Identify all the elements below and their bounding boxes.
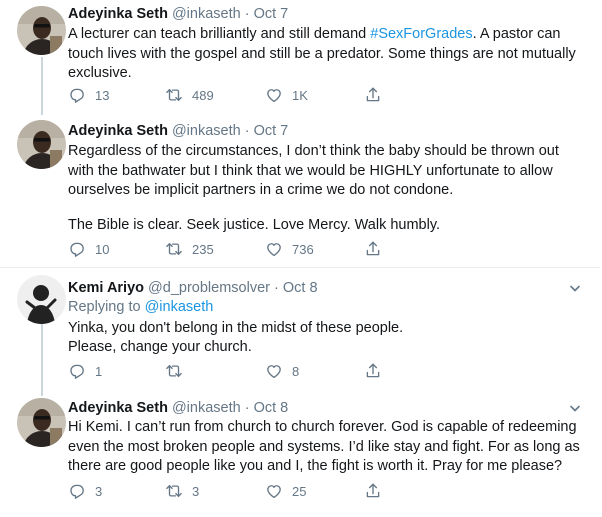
retweet-icon xyxy=(166,485,182,497)
replying-to: Replying to @inkaseth xyxy=(68,298,580,318)
tweet-actions: 1 8 xyxy=(68,361,488,381)
retweet-button[interactable] xyxy=(165,361,192,381)
reply-button[interactable]: 13 xyxy=(68,85,109,105)
author-handle[interactable]: @d_problemsolver xyxy=(148,280,270,296)
heart-icon xyxy=(267,243,281,257)
timeline: Adeyinka Seth @inkaseth · Oct 7 A lectur… xyxy=(0,0,602,517)
tweet-actions: 3 3 25 xyxy=(68,481,488,501)
like-count: 25 xyxy=(292,483,307,499)
tweet-date[interactable]: Oct 7 xyxy=(254,6,289,22)
retweet-icon xyxy=(166,243,182,255)
like-count: 1K xyxy=(292,87,308,103)
share-icon xyxy=(366,483,380,498)
thread-line xyxy=(41,324,43,396)
thread-line xyxy=(41,57,43,115)
retweet-button[interactable]: 489 xyxy=(165,85,214,105)
tweet-date[interactable]: Oct 8 xyxy=(254,400,289,416)
heart-icon xyxy=(267,89,281,103)
retweet-icon xyxy=(166,89,182,101)
like-button[interactable]: 25 xyxy=(265,481,306,501)
reply-icon xyxy=(70,242,84,257)
share-icon xyxy=(366,241,380,256)
share-button[interactable] xyxy=(364,85,382,105)
share-button[interactable] xyxy=(364,361,382,381)
reply-button[interactable]: 10 xyxy=(68,239,109,259)
share-button[interactable] xyxy=(364,239,382,259)
separator: · xyxy=(244,6,250,22)
tweet-header: Adeyinka Seth @inkaseth · Oct 8 xyxy=(68,399,288,417)
tweet-actions: 10 235 736 xyxy=(68,239,488,259)
reply-button[interactable]: 1 xyxy=(68,361,102,381)
share-icon xyxy=(366,363,380,378)
reply-count: 10 xyxy=(95,241,110,257)
chevron-down-icon[interactable] xyxy=(568,281,582,295)
chevron-down-icon[interactable] xyxy=(568,401,582,415)
reply-count: 1 xyxy=(95,363,103,379)
reply-button[interactable]: 3 xyxy=(68,481,102,501)
retweet-button[interactable]: 3 xyxy=(165,481,199,501)
tweet-text: A lecturer can teach brilliantly and sti… xyxy=(68,25,580,84)
author-handle[interactable]: @inkaseth xyxy=(172,123,241,139)
author-name[interactable]: Adeyinka Seth xyxy=(68,123,168,139)
tweet-line: Please, change your church. xyxy=(68,339,252,355)
avatar[interactable] xyxy=(17,398,66,447)
like-count: 736 xyxy=(292,241,314,257)
tweet-text: Regardless of the circumstances, I don’t… xyxy=(68,142,580,235)
heart-icon xyxy=(267,485,281,499)
tweet-paragraph: Regardless of the circumstances, I don’t… xyxy=(68,143,559,198)
heart-icon xyxy=(267,365,281,379)
avatar[interactable] xyxy=(17,275,66,324)
like-button[interactable]: 736 xyxy=(265,239,314,259)
hashtag-link[interactable]: #SexForGrades xyxy=(370,26,472,42)
tweet-header: Kemi Ariyo @d_problemsolver · Oct 8 xyxy=(68,279,318,297)
avatar[interactable] xyxy=(17,120,66,169)
author-name[interactable]: Adeyinka Seth xyxy=(68,400,168,416)
like-button[interactable]: 8 xyxy=(265,361,299,381)
mention-link[interactable]: @inkaseth xyxy=(145,299,214,315)
separator: · xyxy=(244,123,250,139)
tweet-header: Adeyinka Seth @inkaseth · Oct 7 xyxy=(68,5,288,23)
retweet-count: 489 xyxy=(192,87,214,103)
author-name[interactable]: Adeyinka Seth xyxy=(68,6,168,22)
reply-count: 3 xyxy=(95,483,103,499)
avatar[interactable] xyxy=(17,6,66,55)
author-handle[interactable]: @inkaseth xyxy=(172,6,241,22)
tweet-text: Replying to @inkaseth Yinka, you don't b… xyxy=(68,298,580,358)
tweet-text: Hi Kemi. I can’t run from church to chur… xyxy=(68,419,580,474)
author-name[interactable]: Kemi Ariyo xyxy=(68,280,144,296)
like-button[interactable]: 1K xyxy=(265,85,308,105)
divider xyxy=(0,267,600,268)
replying-prefix: Replying to xyxy=(68,299,145,315)
tweet-date[interactable]: Oct 7 xyxy=(254,123,289,139)
reply-count: 13 xyxy=(95,87,110,103)
like-count: 8 xyxy=(292,363,300,379)
tweet-header: Adeyinka Seth @inkaseth · Oct 7 xyxy=(68,122,288,140)
author-handle[interactable]: @inkaseth xyxy=(172,400,241,416)
retweet-count: 235 xyxy=(192,241,214,257)
reply-icon xyxy=(70,364,84,379)
separator: · xyxy=(244,400,250,416)
tweet-date[interactable]: Oct 8 xyxy=(283,280,318,296)
tweet-actions: 13 489 1K xyxy=(68,85,488,105)
share-button[interactable] xyxy=(364,481,382,501)
retweet-button[interactable]: 235 xyxy=(165,239,214,259)
reply-icon xyxy=(70,88,84,103)
tweet-line: Yinka, you don't belong in the midst of … xyxy=(68,319,404,336)
share-icon xyxy=(366,87,380,102)
retweet-count: 3 xyxy=(192,483,200,499)
reply-icon xyxy=(70,484,84,499)
tweet-paragraph: The Bible is clear. Seek justice. Love M… xyxy=(68,216,441,233)
tweet-text-part: A lecturer can teach brilliantly and sti… xyxy=(68,26,371,42)
retweet-icon xyxy=(166,365,182,377)
separator: · xyxy=(274,280,279,296)
